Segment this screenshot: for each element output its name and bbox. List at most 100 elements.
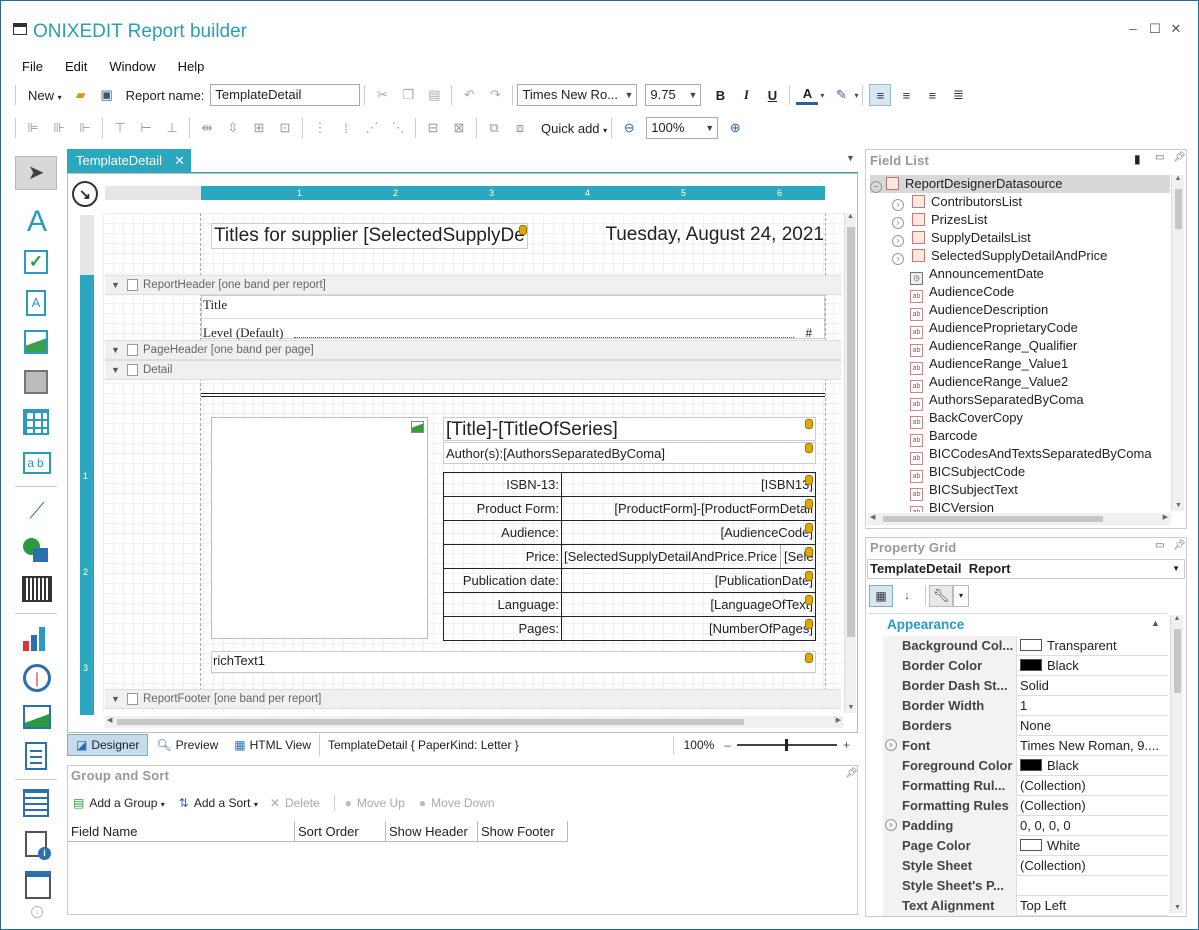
- align-bottoms-icon[interactable]: ⊥: [161, 117, 183, 139]
- sparkline-tool-icon[interactable]: [23, 705, 51, 729]
- page-info-tool-icon[interactable]: i: [25, 831, 51, 860]
- redo-icon[interactable]: ↷: [484, 84, 506, 106]
- send-to-back-icon[interactable]: ⧈: [509, 117, 531, 139]
- barcode-tool-icon[interactable]: [22, 576, 52, 602]
- italic-button[interactable]: I: [735, 84, 757, 106]
- cover-picture-box[interactable]: [211, 417, 428, 639]
- align-tops-icon[interactable]: ⊤: [109, 117, 131, 139]
- align-lefts-icon[interactable]: ⊫: [22, 117, 44, 139]
- align-right-icon[interactable]: ≡: [921, 84, 943, 106]
- align-centers-icon[interactable]: ⊪: [48, 117, 70, 139]
- align-left-icon[interactable]: ≡: [869, 84, 892, 106]
- product-value[interactable]: [ISBN13]: [561, 472, 816, 497]
- product-table[interactable]: ISBN-13: [ISBN13] Product Form: [ProductFor…: [443, 472, 816, 641]
- minimize-panel-icon[interactable]: ▭: [1155, 540, 1164, 551]
- property-row[interactable]: Formatting Rul... (Collection): [883, 776, 1168, 796]
- property-value[interactable]: Black: [1020, 756, 1168, 776]
- tree-root[interactable]: − ReportDesignerDatasource: [870, 175, 1170, 193]
- property-row[interactable]: Borders None: [883, 716, 1168, 736]
- tree-item[interactable]: ab AudienceRange_Qualifier: [910, 337, 1077, 357]
- menu-file[interactable]: File: [11, 58, 54, 76]
- collapse-category-icon[interactable]: ▲: [1151, 618, 1160, 628]
- title-textbox[interactable]: Titles for supplier [SelectedSupplyDe: [211, 223, 528, 249]
- product-row[interactable]: Publication date: [PublicationDate]: [443, 568, 816, 593]
- expand-arrow-icon[interactable]: ▼: [111, 690, 120, 708]
- scrollbar-thumb[interactable]: [847, 227, 855, 637]
- product-row[interactable]: Pages: [NumberOfPages]: [443, 616, 816, 641]
- column-field-name[interactable]: Field Name: [68, 821, 295, 841]
- minimize-icon[interactable]: –: [1125, 21, 1141, 36]
- properties-wrench-icon[interactable]: 🔧︎: [929, 585, 953, 607]
- property-row[interactable]: Style Sheet (Collection): [883, 856, 1168, 876]
- copy-icon[interactable]: ❐: [397, 84, 419, 106]
- property-value[interactable]: Times New Roman, 9....: [1020, 736, 1168, 756]
- delete-button[interactable]: Delete: [285, 796, 320, 810]
- font-color-button[interactable]: A: [796, 85, 819, 105]
- table-tool-icon[interactable]: [23, 409, 49, 435]
- page-break-tool-icon[interactable]: [25, 871, 51, 899]
- property-value[interactable]: Black: [1020, 656, 1168, 676]
- property-row[interactable]: Page Color White: [883, 836, 1168, 856]
- toc-tool-icon[interactable]: [23, 789, 49, 817]
- move-down-button[interactable]: Move Down: [431, 796, 494, 810]
- zoom-select[interactable]: 100% ▼: [646, 117, 719, 139]
- zoom-slider-thumb[interactable]: [784, 739, 788, 751]
- band-report-footer[interactable]: ▼ ReportFooter [one band per report]: [105, 689, 841, 709]
- tree-item[interactable]: › PrizesList: [892, 211, 987, 229]
- tree-item[interactable]: ab BICSubjectText: [910, 481, 1018, 501]
- product-value[interactable]: [SelectedSupplyDetailAndPrice.Price [Sele: [561, 544, 816, 569]
- minimize-panel-icon[interactable]: ▭: [1155, 152, 1164, 163]
- tree-item[interactable]: ab AudienceProprietaryCode: [910, 319, 1078, 339]
- checkbox-tool-icon[interactable]: ✓: [24, 250, 48, 274]
- product-value[interactable]: [LanguageOfText]: [561, 592, 816, 617]
- align-middles-icon[interactable]: ⊢: [135, 117, 157, 139]
- open-folder-icon[interactable]: ▰: [70, 84, 92, 106]
- product-row[interactable]: Price: [SelectedSupplyDetailAndPrice.Pric…: [443, 544, 816, 569]
- alphabetical-icon[interactable]: ↓: [896, 585, 918, 607]
- property-value[interactable]: Transparent: [1020, 636, 1168, 656]
- zoom-slider[interactable]: [736, 739, 837, 751]
- pin-icon[interactable]: 📌︎: [845, 768, 858, 779]
- tree-item[interactable]: › SupplyDetailsList: [892, 229, 1031, 247]
- line-tool-icon[interactable]: ⟋: [25, 498, 49, 524]
- close-icon[interactable]: ✕: [1168, 21, 1184, 37]
- tree-item[interactable]: › SelectedSupplyDetailAndPrice: [892, 247, 1107, 265]
- chart-tool-icon[interactable]: [23, 625, 51, 651]
- column-sort-order[interactable]: Sort Order: [295, 821, 386, 841]
- tab-list-dropdown-icon[interactable]: ▼: [846, 153, 855, 163]
- paste-icon[interactable]: ▤: [423, 84, 445, 106]
- category-appearance[interactable]: Appearance: [887, 617, 964, 632]
- same-size-icon[interactable]: ⊞: [248, 117, 270, 139]
- character-comb-tool-icon[interactable]: ab: [23, 452, 51, 474]
- tab-preview[interactable]: 🔍︎ Preview: [148, 734, 226, 756]
- property-value[interactable]: Solid: [1020, 676, 1168, 696]
- tree-item[interactable]: ab AudienceRange_Value1: [910, 355, 1068, 375]
- same-height-icon[interactable]: ⇳: [222, 117, 244, 139]
- font-family-select[interactable]: Times New Ro... ▼: [517, 84, 638, 106]
- font-size-select[interactable]: 9.75 ▼: [645, 84, 702, 106]
- pin-icon[interactable]: 📌︎: [1173, 540, 1186, 551]
- menu-help[interactable]: Help: [167, 58, 216, 76]
- date-textbox[interactable]: Tuesday, August 24, 2021: [528, 223, 824, 249]
- property-row[interactable]: Style Sheet's P...: [883, 876, 1168, 896]
- scrollbar-thumb[interactable]: [1174, 629, 1181, 693]
- background-color-dropdown-icon[interactable]: ▾: [854, 91, 858, 100]
- panel-tool-icon[interactable]: [24, 370, 48, 394]
- move-up-button[interactable]: Move Up: [357, 796, 405, 810]
- property-value[interactable]: White: [1020, 836, 1168, 856]
- tree-item[interactable]: ab AudienceRange_Value2: [910, 373, 1068, 393]
- property-row[interactable]: Foreground Color Black: [883, 756, 1168, 776]
- pointer-tool[interactable]: ➤: [15, 156, 57, 190]
- expand-icon[interactable]: ›: [885, 819, 897, 831]
- quick-add-button[interactable]: Quick add ▾: [541, 121, 607, 136]
- expand-icon[interactable]: ›: [892, 253, 904, 265]
- band-page-header[interactable]: ▼ PageHeader [one band per page]: [105, 340, 841, 360]
- tree-item[interactable]: ab AuthorsSeparatedByComa: [910, 391, 1084, 411]
- shape-tool-icon[interactable]: [23, 538, 49, 562]
- tree-item[interactable]: ab BICVersion: [910, 499, 994, 512]
- column-show-header[interactable]: Show Header: [386, 821, 478, 841]
- product-value[interactable]: [NumberOfPages]: [561, 616, 816, 641]
- center-horizontally-icon[interactable]: ⊟: [422, 117, 444, 139]
- bold-button[interactable]: B: [709, 84, 731, 106]
- richtext-tool-icon[interactable]: A: [26, 290, 46, 316]
